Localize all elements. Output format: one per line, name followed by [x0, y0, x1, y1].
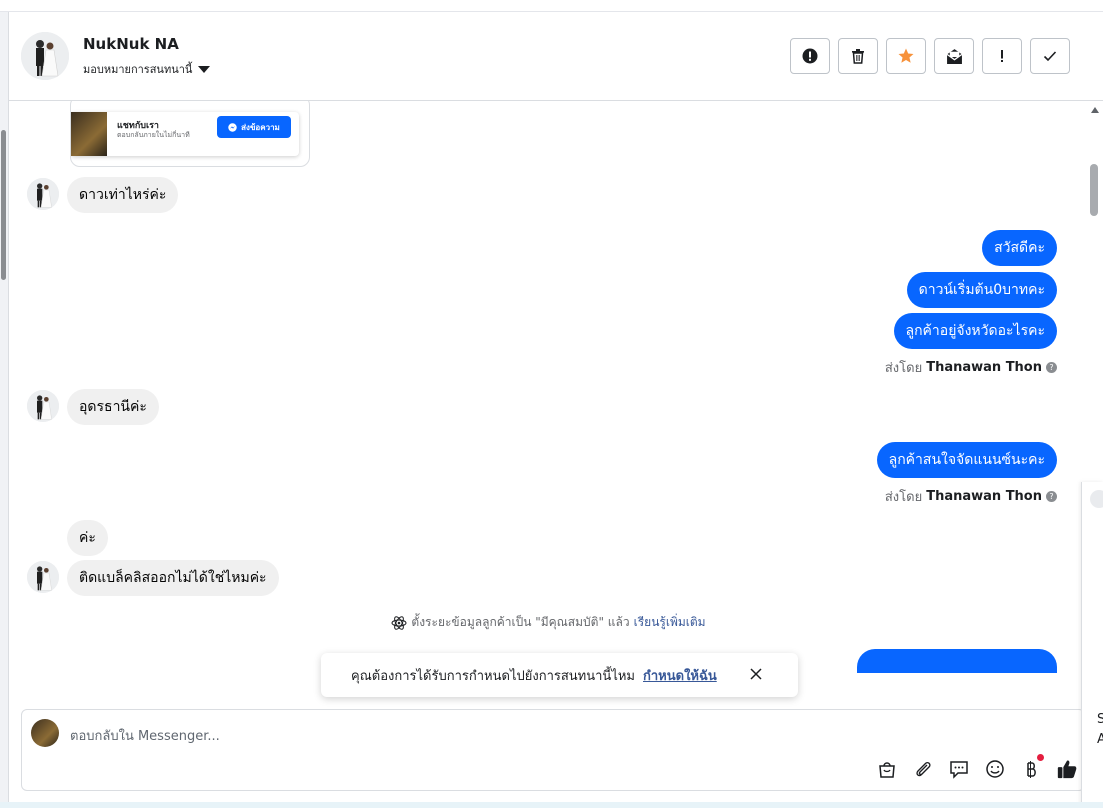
learn-more-link[interactable]: เรียนรู้เพิ่มเติม [634, 613, 706, 632]
message-bubble-outgoing[interactable]: ลูกค้าสนใจจัดแนนซ์นะคะ [876, 442, 1057, 478]
mark-unread-button[interactable] [934, 38, 974, 74]
sent-by-prefix: ส่งโดย [884, 361, 923, 376]
chat-plugin-preview: แชทกับเรา ตอบกลับภายในไม่กี่นาที ส่งข้อค… [71, 112, 299, 156]
thread-scrollbar-thumb[interactable] [1090, 164, 1098, 216]
assign-prompt-text: คุณต้องการได้รับการกำหนดไปยังการสนทนานี้… [351, 668, 635, 684]
notification-dot [1037, 754, 1044, 761]
report-spam-button[interactable] [790, 38, 830, 74]
couple-photo-icon [27, 561, 59, 593]
close-icon [750, 668, 762, 680]
sent-by-prefix: ส่งโดย [884, 490, 923, 505]
delete-button[interactable] [838, 38, 878, 74]
message-bubble-outgoing[interactable]: สวัสดีคะ [982, 230, 1057, 266]
contact-avatar-small[interactable] [27, 178, 59, 210]
assign-prompt-toast: คุณต้องการได้รับการกำหนดไปยังการสนทนานี้… [321, 653, 798, 697]
caret-down-icon [198, 65, 211, 73]
smiley-icon [986, 760, 1004, 778]
shared-post-preview[interactable]: แชทกับเรา ตอบกลับภายในไม่กี่นาที ส่งข้อค… [70, 101, 310, 167]
message-bubble-incoming[interactable]: ติดแบล็คลิสออกไม่ได้ใช่ไหมค่ะ [67, 560, 279, 596]
contact-avatar[interactable] [21, 32, 69, 80]
check-icon [1043, 51, 1057, 62]
thumbs-up-icon [1057, 760, 1077, 779]
like-button[interactable] [1056, 758, 1078, 780]
alert-circle-icon [802, 48, 818, 64]
paperclip-icon [916, 761, 931, 777]
exclamation-icon [1001, 50, 1003, 62]
header-actions [790, 38, 1070, 74]
contact-avatar-small[interactable] [27, 390, 59, 422]
top-strip [0, 0, 1103, 12]
couple-photo-icon [27, 178, 59, 210]
bottom-bar [0, 802, 1103, 808]
atom-icon [391, 615, 407, 630]
payment-button[interactable] [1020, 754, 1044, 780]
sent-by-label: ส่งโดย Thanawan Thon ? [885, 486, 1057, 507]
preview-subtitle: ตอบกลับภายในไม่กี่นาที [117, 131, 190, 139]
page-avatar [31, 719, 59, 747]
message-bubble-incoming[interactable]: ค่ะ [67, 520, 108, 556]
trash-icon [852, 49, 864, 64]
couple-photo-icon [27, 390, 59, 422]
help-icon[interactable]: ? [1046, 362, 1057, 373]
emoji-button[interactable] [984, 758, 1006, 780]
message-bubble-outgoing[interactable]: ดาวน์เริ่มต้น0บาทคะ [906, 272, 1057, 308]
star-icon [898, 48, 914, 63]
message-bubble-outgoing[interactable]: ลูกค้าอยู่จังหวัดอะไรคะ [893, 313, 1057, 349]
sent-by-agent: Thanawan Thon [926, 489, 1042, 504]
help-icon[interactable]: ? [1046, 491, 1057, 502]
message-bubble-incoming[interactable]: ดาวเท่าไหร่ค่ะ [67, 177, 179, 213]
page-logo-thumbnail [71, 112, 107, 156]
attach-button[interactable] [912, 758, 934, 780]
assign-conversation-dropdown[interactable]: มอบหมายการสนทนานี้ [83, 60, 211, 78]
sent-by-label: ส่งโดย Thanawan Thon ? [885, 357, 1057, 378]
message-bubble-incoming[interactable]: อุดรธานีค่ะ [67, 389, 159, 425]
contact-avatar-tiny [1090, 490, 1103, 508]
composer-tools [876, 754, 1078, 780]
chat-bubble-icon [950, 761, 968, 779]
side-panel-edge: S A [1081, 482, 1103, 808]
system-event-note: ตั้งระยะข้อมูลลูกค้าเป็น "มีคุณสมบัติ" แ… [9, 613, 1088, 632]
left-scrollbar[interactable] [0, 12, 9, 808]
assign-label: มอบหมายการสนทนานี้ [83, 63, 193, 76]
close-toast-button[interactable] [749, 667, 763, 685]
saved-replies-button[interactable] [948, 758, 970, 780]
conversation-header: NukNuk NA มอบหมายการสนทนานี้ [9, 12, 1103, 101]
mark-done-button[interactable] [1030, 38, 1070, 74]
assign-to-me-link[interactable]: กำหนดให้ฉัน [643, 665, 717, 686]
reply-composer[interactable]: ตอบกลับใน Messenger... [21, 709, 1085, 791]
message-bubble-outgoing-partial[interactable] [857, 649, 1057, 673]
contact-name[interactable]: NukNuk NA [83, 35, 179, 53]
send-message-button[interactable]: ส่งข้อความ [217, 116, 291, 138]
contact-avatar-small[interactable] [27, 561, 59, 593]
shopping-bag-icon [879, 762, 895, 778]
sent-by-agent: Thanawan Thon [926, 360, 1042, 375]
scroll-up-arrow-icon[interactable] [1091, 107, 1099, 113]
mail-open-icon [946, 48, 962, 64]
side-panel-text-2: A [1097, 732, 1103, 747]
shop-button[interactable] [876, 758, 898, 780]
side-panel-text-1: S [1097, 712, 1103, 727]
star-button[interactable] [886, 38, 926, 74]
send-message-label: ส่งข้อความ [241, 122, 280, 132]
system-note-text: ตั้งระยะข้อมูลลูกค้าเป็น "มีคุณสมบัติ" แ… [411, 615, 630, 629]
left-scrollbar-thumb[interactable] [1, 130, 6, 280]
baht-icon [1027, 761, 1036, 778]
follow-up-button[interactable] [982, 38, 1022, 74]
messenger-icon [228, 122, 237, 132]
message-thread[interactable]: แชทกับเรา ตอบกลับภายในไม่กี่นาที ส่งข้อค… [9, 101, 1088, 706]
reply-input[interactable]: ตอบกลับใน Messenger... [70, 725, 220, 746]
couple-photo-icon [21, 32, 69, 80]
